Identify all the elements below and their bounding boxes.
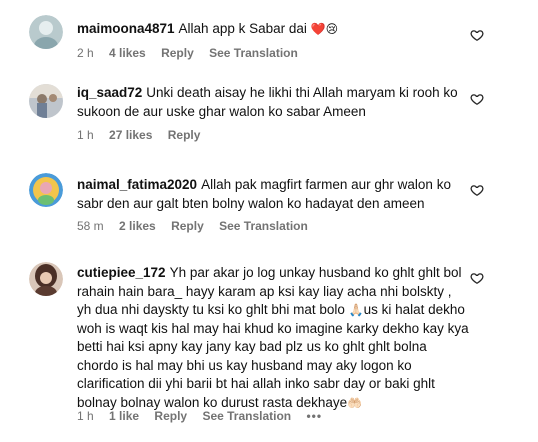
reply-button[interactable]: Reply <box>161 46 194 60</box>
heart-outline-icon[interactable] <box>470 92 484 106</box>
likes-count[interactable]: 1 like <box>109 409 139 423</box>
comment-text: iq_saad72 Unki death aisay he likhi thi A… <box>77 85 458 119</box>
reply-button[interactable]: Reply <box>154 409 187 423</box>
avatar[interactable] <box>29 84 63 118</box>
more-options-button[interactable]: ••• <box>306 409 322 423</box>
emoji: ❤️😢 <box>310 22 339 36</box>
username[interactable]: naimal_fatima2020 <box>77 177 197 192</box>
avatar[interactable] <box>29 262 63 296</box>
heart-outline-icon[interactable] <box>470 183 484 197</box>
likes-count[interactable]: 4 likes <box>109 46 146 60</box>
emoji: 🙏🏻 <box>348 303 364 317</box>
timestamp: 1 h <box>77 128 94 142</box>
reply-button[interactable]: Reply <box>168 128 201 142</box>
likes-count[interactable]: 27 likes <box>109 128 152 142</box>
username[interactable]: maimoona4871 <box>77 21 175 36</box>
likes-count[interactable]: 2 likes <box>119 219 156 233</box>
comment-meta: 1 h 27 likes Reply <box>77 128 212 142</box>
comment-text: naimal_fatima2020 Allah pak magfirt farme… <box>77 177 451 211</box>
comment-text: cutiepiee_172 Yh par akar jo log unkay hu… <box>77 265 469 410</box>
emoji: 🤲🏻 <box>347 395 363 410</box>
heart-outline-icon[interactable] <box>470 271 484 285</box>
username[interactable]: iq_saad72 <box>77 85 142 100</box>
avatar[interactable] <box>29 15 63 49</box>
timestamp: 2 h <box>77 46 94 60</box>
comment-text: maimoona4871 Allah app k Sabar dai ❤️😢 <box>77 21 339 36</box>
timestamp: 58 m <box>77 219 104 233</box>
comment-meta: 58 m 2 likes Reply See Translation <box>77 219 320 233</box>
reply-button[interactable]: Reply <box>171 219 204 233</box>
see-translation-button[interactable]: See Translation <box>219 219 308 233</box>
username[interactable]: cutiepiee_172 <box>77 265 166 280</box>
heart-outline-icon[interactable] <box>470 28 484 42</box>
see-translation-button[interactable]: See Translation <box>202 409 291 423</box>
comment-meta: 2 h 4 likes Reply See Translation <box>77 46 310 60</box>
timestamp: 1 h <box>77 409 94 423</box>
comment-meta: 1 h 1 like Reply See Translation ••• <box>77 409 334 423</box>
see-translation-button[interactable]: See Translation <box>209 46 298 60</box>
avatar[interactable] <box>29 173 63 207</box>
